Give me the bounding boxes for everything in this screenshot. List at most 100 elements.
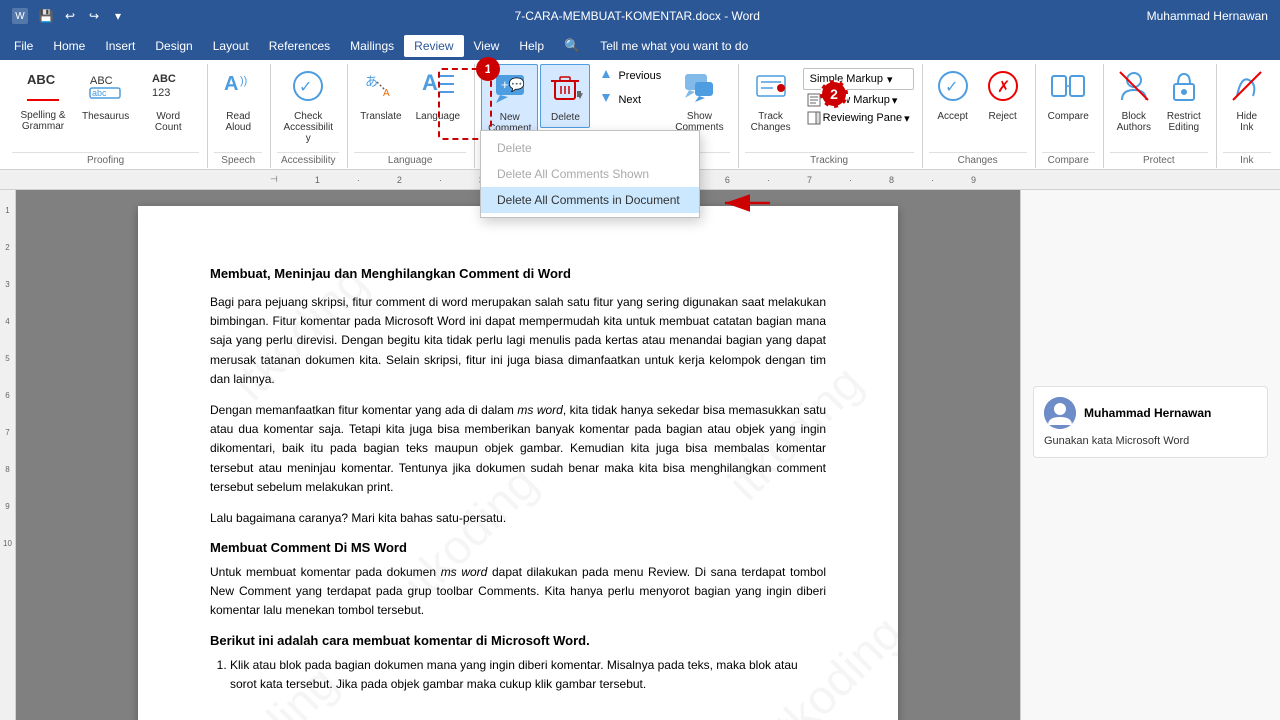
previous-icon bbox=[598, 66, 614, 85]
doc-heading: Membuat, Meninjau dan Menghilangkan Comm… bbox=[210, 266, 826, 281]
reject-button[interactable]: ✗ Reject bbox=[979, 64, 1027, 126]
spelling-icon: ABC___ bbox=[25, 68, 61, 108]
check-accessibility-button[interactable]: ✓ CheckAccessibility bbox=[277, 64, 339, 148]
restrict-editing-label: RestrictEditing bbox=[1167, 111, 1201, 133]
block-authors-button[interactable]: BlockAuthors bbox=[1110, 64, 1158, 137]
step1-indicator: 1 bbox=[476, 57, 500, 81]
menu-design[interactable]: Design bbox=[145, 35, 202, 57]
numbered-list: Klik atau blok pada bagian dokumen mana … bbox=[210, 656, 826, 694]
menu-insert[interactable]: Insert bbox=[95, 35, 145, 57]
reject-icon: ✗ bbox=[985, 68, 1021, 109]
main-area: 1 2 3 4 5 6 7 8 9 10 itkoding itkoding i… bbox=[0, 190, 1280, 720]
menu-layout[interactable]: Layout bbox=[203, 35, 259, 57]
customize-btn[interactable]: ▾ bbox=[108, 6, 128, 26]
ribbon-group-changes: ✓ Accept ✗ Reject Changes bbox=[925, 64, 1036, 168]
menu-file[interactable]: File bbox=[4, 35, 43, 57]
next-icon bbox=[598, 90, 614, 109]
proofing-label: Proofing bbox=[12, 152, 199, 168]
svg-text:▼: ▼ bbox=[575, 91, 583, 102]
translate-button[interactable]: あA Translate bbox=[354, 64, 407, 126]
show-markup-arrow: ▾ bbox=[892, 94, 898, 107]
word-count-icon: ABC123 bbox=[150, 68, 186, 109]
save-btn[interactable]: 💾 bbox=[36, 6, 56, 26]
svg-text:)): )) bbox=[240, 75, 247, 87]
menu-bar: File Home Insert Design Layout Reference… bbox=[0, 32, 1280, 60]
svg-text:ABC: ABC bbox=[152, 73, 176, 85]
compare-label: Compare bbox=[1048, 111, 1089, 122]
reviewing-pane-button[interactable]: Reviewing Pane ▾ bbox=[803, 110, 914, 126]
spelling-grammar-label: Spelling & Grammar bbox=[18, 110, 68, 132]
undo-btn[interactable]: ↩ bbox=[60, 6, 80, 26]
delete-menu-item[interactable]: Delete bbox=[481, 135, 699, 161]
redo-btn[interactable]: ↪ bbox=[84, 6, 104, 26]
svg-text:✓: ✓ bbox=[299, 79, 312, 96]
delete-button[interactable]: ▼ Delete bbox=[540, 64, 590, 128]
delete-all-shown-menu-item[interactable]: Delete All Comments Shown bbox=[481, 161, 699, 187]
block-authors-label: BlockAuthors bbox=[1117, 111, 1151, 133]
word-icon: W bbox=[12, 8, 28, 24]
reject-label: Reject bbox=[988, 111, 1016, 122]
compare-button[interactable]: Compare bbox=[1042, 64, 1095, 126]
markup-dropdown[interactable]: Simple Markup ▾ bbox=[803, 68, 914, 90]
doc-section2-title: Membuat Comment Di MS Word bbox=[210, 540, 826, 555]
track-changes-icon bbox=[753, 68, 789, 109]
check-acc-label: CheckAccessibility bbox=[283, 111, 333, 144]
language-button[interactable]: A Language bbox=[410, 64, 467, 126]
menu-tell-me[interactable]: Tell me what you want to do bbox=[590, 35, 758, 57]
menu-search-icon[interactable]: 🔍 bbox=[554, 34, 590, 58]
comment-avatar bbox=[1044, 397, 1076, 429]
menu-home[interactable]: Home bbox=[43, 35, 95, 57]
spelling-grammar-button[interactable]: ABC___ Spelling & Grammar bbox=[12, 64, 74, 136]
ink-group-label: Ink bbox=[1223, 152, 1271, 168]
restrict-editing-button[interactable]: RestrictEditing bbox=[1160, 64, 1208, 137]
ribbon-group-proofing: ABC___ Spelling & Grammar ABCabc Thesaur… bbox=[8, 64, 208, 168]
accept-button[interactable]: ✓ Accept bbox=[929, 64, 977, 126]
new-comment-button[interactable]: +💬 NewComment 1 bbox=[481, 64, 538, 139]
show-comments-icon bbox=[681, 68, 717, 109]
read-aloud-button[interactable]: A)) ReadAloud bbox=[214, 64, 262, 137]
reviewing-pane-label: Reviewing Pane bbox=[823, 112, 903, 124]
delete-all-document-menu-item[interactable]: Delete All Comments in Document bbox=[481, 187, 699, 213]
ribbon-group-ink: HideInk Ink bbox=[1219, 64, 1279, 168]
italic-msword-2: ms word bbox=[441, 565, 488, 579]
comment-card: Muhammad Hernawan Gunakan kata Microsoft… bbox=[1033, 386, 1268, 458]
doc-section2-para: Untuk membuat komentar pada dokumen ms w… bbox=[210, 563, 826, 621]
thesaurus-button[interactable]: ABCabc Thesaurus bbox=[76, 64, 135, 126]
compare-icon bbox=[1050, 68, 1086, 109]
thesaurus-icon: ABCabc bbox=[88, 68, 124, 109]
prev-next-group: Previous Next bbox=[592, 64, 667, 111]
hide-ink-button[interactable]: HideInk bbox=[1223, 64, 1271, 137]
comment-username: Muhammad Hernawan bbox=[1084, 406, 1211, 420]
menu-help[interactable]: Help bbox=[509, 35, 554, 57]
delete-icon: ▼ bbox=[547, 69, 583, 110]
accessibility-label: Accessibility bbox=[277, 152, 339, 168]
track-changes-button[interactable]: TrackChanges bbox=[745, 64, 797, 137]
menu-review[interactable]: Review bbox=[404, 35, 463, 57]
doc-area[interactable]: itkoding itkoding itkoding itkoding itko… bbox=[16, 190, 1020, 720]
ribbon-group-accessibility: ✓ CheckAccessibility Accessibility bbox=[273, 64, 348, 168]
ribbon-group-protect: BlockAuthors RestrictEditing Protect bbox=[1106, 64, 1217, 168]
accept-label: Accept bbox=[937, 111, 968, 122]
menu-mailings[interactable]: Mailings bbox=[340, 35, 404, 57]
doc-paragraph-2: Dengan memanfaatkan fitur komentar yang … bbox=[210, 401, 826, 497]
accept-icon: ✓ bbox=[935, 68, 971, 109]
comment-text: Gunakan kata Microsoft Word bbox=[1044, 435, 1257, 447]
svg-text:abc: abc bbox=[92, 88, 107, 98]
compare-group-label: Compare bbox=[1042, 152, 1095, 168]
comment-sidebar: Muhammad Hernawan Gunakan kata Microsoft… bbox=[1020, 190, 1280, 720]
show-comments-button[interactable]: ShowComments bbox=[669, 64, 729, 137]
next-button[interactable]: Next bbox=[592, 88, 667, 111]
language-label: Language bbox=[354, 152, 466, 168]
speech-label: Speech bbox=[214, 152, 262, 168]
menu-references[interactable]: References bbox=[259, 35, 340, 57]
doc-paragraph-3: Lalu bagaimana caranya? Mari kita bahas … bbox=[210, 509, 826, 528]
translate-icon: あA bbox=[363, 68, 399, 109]
word-count-button[interactable]: ABC123 Word Count bbox=[137, 64, 199, 137]
previous-button[interactable]: Previous bbox=[592, 64, 667, 87]
language-label: Language bbox=[416, 111, 461, 122]
menu-view[interactable]: View bbox=[464, 35, 510, 57]
svg-text:A: A bbox=[422, 70, 438, 95]
thesaurus-label: Thesaurus bbox=[82, 111, 129, 122]
svg-text:A: A bbox=[383, 88, 390, 99]
reviewing-pane-icon bbox=[807, 111, 821, 125]
